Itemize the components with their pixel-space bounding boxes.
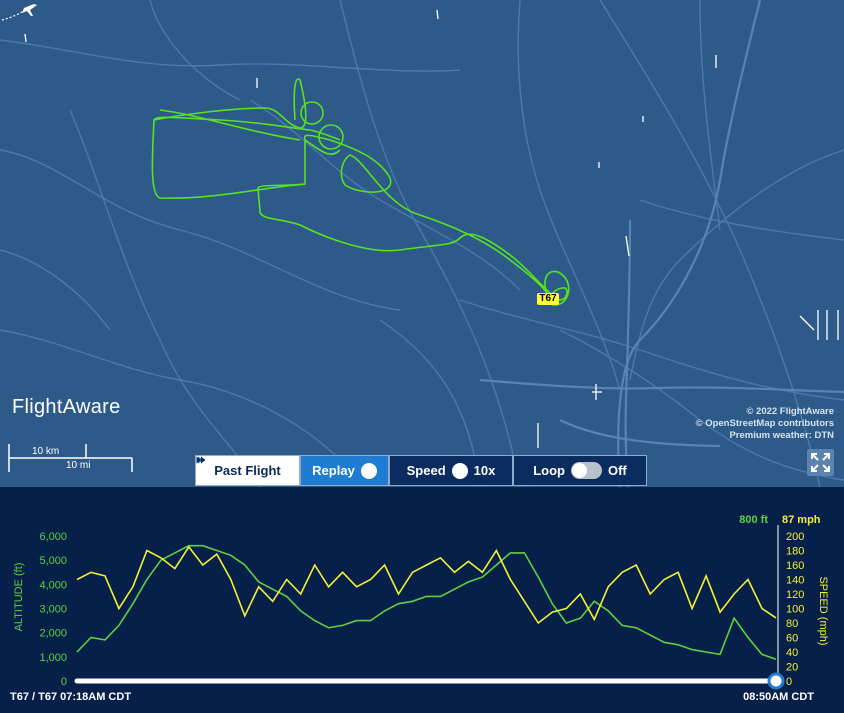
speed-value: 10x [473,463,496,478]
speed-label: Speed [406,463,446,478]
altitude-tick-labels: 6,000 5,000 4,000 3,000 2,000 1,000 0 [39,531,67,688]
speed-tick-label: 120 [786,589,804,601]
speed-tick-label: 20 [786,662,798,674]
speed-tick-label: 0 [786,676,792,688]
toggle-knob [571,463,587,478]
fullscreen-button[interactable] [807,449,834,476]
fast-forward-icon [196,456,468,479]
replay-label: Replay [312,463,355,478]
scale-bar: 10 km 10 mi [8,442,134,476]
current-speed: 87 mph [782,514,821,526]
past-flight-label: Past Flight [214,463,281,478]
speed-tick-label: 180 [786,546,804,558]
loop-control[interactable]: Loop Off [513,455,647,486]
altitude-speed-chart[interactable]: 6,0005,0004,0003,0002,0001,0000 20018016… [0,487,844,713]
flight-start-label: T67 / T67 07:18AM CDT [10,691,132,703]
replay-controls: Past Flight Replay Speed 10x Loop Off [195,455,647,486]
altitude-tick-label: 3,000 [39,604,67,616]
speed-tick-label: 60 [786,633,798,645]
altitude-tick-label: 6,000 [39,531,67,543]
altitude-tick-label: 5,000 [39,555,67,567]
speed-axis-label: SPEED (mph) [817,576,829,645]
altitude-speed-chart-panel: 6,000 5,000 4,000 3,000 2,000 1,000 0 200 180 16… [0,487,844,713]
speed-tick-label: 140 [786,575,804,587]
speed-button[interactable]: Speed 10x [196,455,513,486]
flight-end-label: 08:50AM CDT [743,691,814,703]
altitude-tick-label: 1,000 [39,652,67,664]
speed-tick-label: 160 [786,560,804,572]
speed-tick-labels: 200180160140120100806040200 [786,531,804,688]
expand-icon [811,453,830,472]
flight-replay-page: T67 FlightAware 10 km 10 mi © 2022 Fligh… [0,0,844,713]
speed-tick-label: 200 [786,531,804,543]
altitude-tick-label: 4,000 [39,579,67,591]
flight-track [151,78,570,306]
attribution-weather: Premium weather: DTN [729,430,834,441]
aircraft-label[interactable]: T67 [537,293,559,305]
altitude-tick-label: 2,000 [39,628,67,640]
scale-mi-label: 10 mi [66,460,91,471]
play-icon [198,456,377,479]
map-attribution: © 2022 FlightAware © OpenStreetMap contr… [696,406,834,442]
speed-tick-label: 80 [786,618,798,630]
speed-tick-label: 40 [786,647,798,659]
timeline-scrub-handle[interactable] [767,672,785,690]
loop-label: Loop [533,463,565,478]
altitude-series-line [76,544,777,661]
current-altitude: 800 ft [739,514,768,526]
past-flight-tab[interactable]: Past Flight [195,455,300,486]
loop-state: Off [607,463,627,478]
speed-series-line [76,545,777,625]
altitude-axis-label: ALTITUDE (ft) [13,563,25,632]
altitude-tick-label: 0 [61,676,67,688]
flight-map[interactable]: T67 FlightAware 10 km 10 mi © 2022 Fligh… [0,0,844,487]
flightaware-logo[interactable]: FlightAware [12,396,121,419]
attribution-flightaware[interactable]: © 2022 FlightAware [696,406,834,418]
loop-toggle[interactable] [570,462,602,479]
replay-button[interactable]: Replay [198,455,389,486]
attribution-openstreetmap[interactable]: © OpenStreetMap contributors [696,418,834,430]
airplane-logo-icon [1,4,37,21]
scale-km-label: 10 km [32,446,60,457]
speed-tick-label: 100 [786,604,804,616]
